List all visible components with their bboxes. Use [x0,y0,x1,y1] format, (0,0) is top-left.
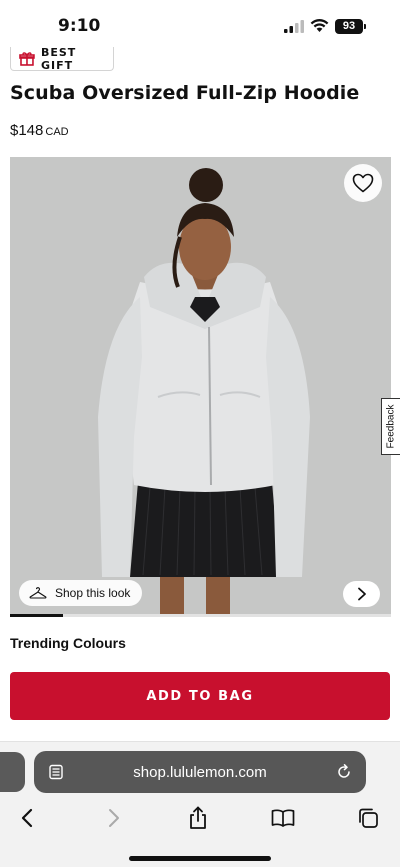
heart-icon [352,173,374,193]
address-bar[interactable]: shop.lululemon.com [34,751,366,793]
badge-label: BEST GIFT [40,45,77,72]
product-title: Scuba Oversized Full-Zip Hoodie [10,82,360,104]
forward-button[interactable] [98,802,130,834]
back-icon [21,808,33,828]
cellular-signal-icon [284,20,304,33]
shop-this-look-button[interactable]: Shop this look [19,580,143,606]
previous-tab[interactable] [0,752,25,792]
status-time: 9:10 [58,16,101,36]
battery-icon: 93 [335,19,363,34]
browser-chrome: shop.lululemon.com [0,741,400,867]
trending-colours-heading: Trending Colours [10,635,126,651]
product-image[interactable]: Shop this look [10,157,391,615]
home-indicator [129,856,271,861]
url-text: shop.lululemon.com [133,763,267,781]
add-to-bag-button[interactable]: ADD TO BAG [10,672,390,720]
feedback-tab[interactable]: Feedback [381,398,400,455]
page-settings-icon [49,764,63,780]
product-price: $148 CAD [10,122,69,139]
tabs-button[interactable] [352,802,384,834]
gift-icon [19,51,35,66]
bookmarks-icon [271,809,295,827]
share-icon [190,806,206,829]
chevron-right-icon [357,587,366,601]
share-button[interactable] [182,802,214,834]
battery-tip [364,24,366,29]
best-gift-badge: BEST GIFT [10,45,114,72]
price-amount: $148 [10,122,44,139]
browser-toolbar [0,802,400,834]
wifi-icon [310,19,329,32]
price-currency: CAD [45,126,69,138]
gallery-progress-fill [10,614,64,617]
tabs-icon [359,808,378,828]
page-menu-button[interactable] [34,751,78,793]
gallery-progress [10,614,391,617]
shop-this-look-label: Shop this look [55,586,131,600]
status-bar: 9:10 93 [0,0,400,50]
reload-icon [338,764,350,778]
wishlist-button[interactable] [344,164,382,202]
feedback-label: Feedback [385,404,397,449]
back-button[interactable] [11,802,43,834]
forward-icon [109,809,119,827]
product-photo [10,157,391,615]
reload-button[interactable] [322,751,366,793]
next-image-button[interactable] [343,581,380,607]
hanger-icon [29,587,47,599]
bookmarks-button[interactable] [267,802,299,834]
